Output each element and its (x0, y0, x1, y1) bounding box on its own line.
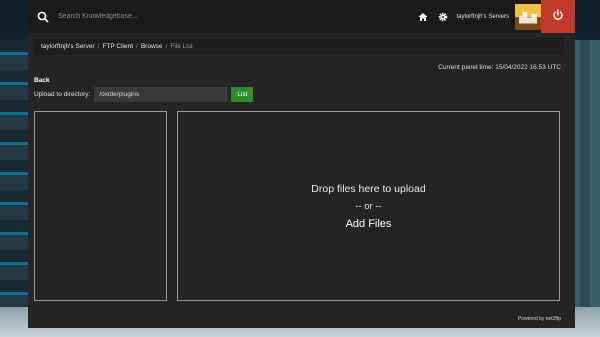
drop-files-text: Drop files here to upload (311, 182, 426, 195)
breadcrumb-item-browse[interactable]: Browse (141, 43, 163, 50)
home-icon[interactable] (417, 11, 429, 23)
nav-icons: taylorftnjh's Servers (417, 11, 510, 23)
list-button[interactable]: List (231, 87, 254, 102)
background-left-structure (0, 40, 30, 310)
gear-icon[interactable] (437, 11, 449, 23)
or-separator-text: -- or -- (355, 200, 382, 212)
upload-directory-row: Upload to directory: List (34, 87, 254, 102)
top-navigation-bar: taylorftnjh's Servers (28, 0, 575, 33)
search-input[interactable] (54, 6, 417, 27)
main-panel: taylorftnjh's Server / FTP Client / Brow… (28, 33, 575, 328)
powered-by-footer[interactable]: Powered by net2ftp (518, 316, 561, 322)
logout-button[interactable] (541, 0, 575, 33)
avatar[interactable] (515, 3, 541, 30)
breadcrumb-separator: / (136, 43, 138, 50)
file-dropzone[interactable]: Drop files here to upload -- or -- Add F… (177, 111, 560, 301)
breadcrumb-item-server[interactable]: taylorftnjh's Server (41, 43, 95, 50)
file-tree-pane[interactable] (34, 111, 167, 301)
upload-directory-label: Upload to directory: (34, 91, 91, 98)
breadcrumb-item-ftp-client[interactable]: FTP Client (102, 43, 133, 50)
directory-input[interactable] (94, 87, 229, 102)
back-link[interactable]: Back (34, 77, 50, 84)
add-files-button[interactable]: Add Files (346, 218, 392, 230)
search-icon[interactable] (32, 6, 54, 28)
power-icon (552, 8, 564, 26)
breadcrumb-separator: / (165, 43, 168, 50)
breadcrumb-item-file-list: File List (170, 43, 193, 50)
breadcrumb: taylorftnjh's Server / FTP Client / Brow… (34, 38, 564, 55)
panel-time: Current panel time: 15/04/2022 16:53 UTC (438, 64, 561, 71)
servers-link[interactable]: taylorftnjh's Servers (457, 14, 510, 20)
breadcrumb-separator: / (97, 43, 100, 50)
